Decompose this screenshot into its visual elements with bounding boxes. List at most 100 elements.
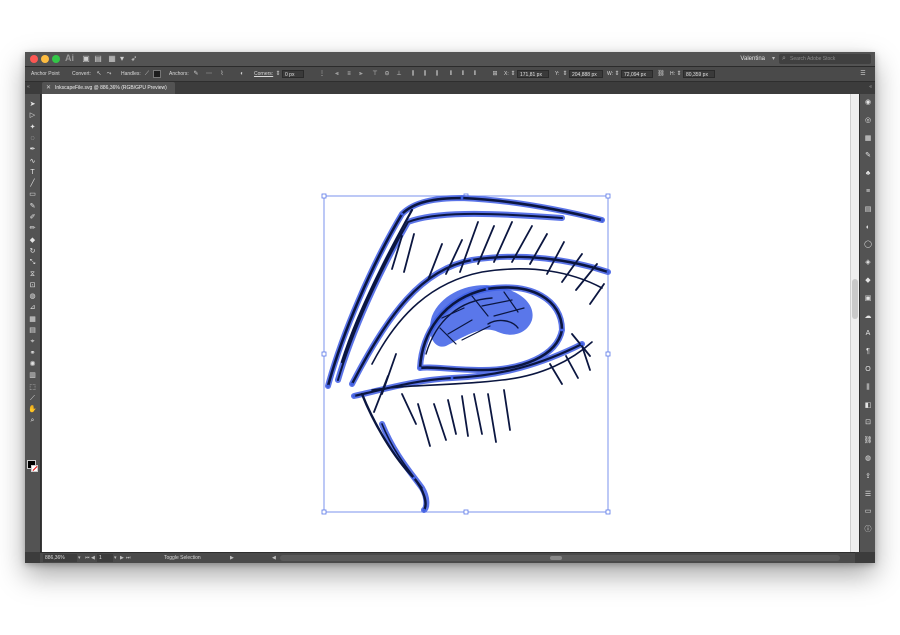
zoom-tool-icon[interactable]: ⌕ — [28, 416, 37, 425]
document-tab[interactable]: ✕ InkscapeFile.svg @ 886,36% (RGB/GPU Pr… — [42, 82, 175, 94]
previous-artboard-icon[interactable]: ◀ — [91, 553, 95, 563]
isolate-icon[interactable]: ◐ — [238, 70, 246, 78]
type-tool-icon[interactable]: T — [28, 168, 37, 177]
align-bottom-icon[interactable]: ⊥ — [395, 70, 403, 78]
collapse-tools-icon[interactable]: « — [27, 84, 30, 90]
paragraph-icon[interactable]: ¶ — [863, 347, 873, 356]
slice-tool-icon[interactable]: ⟋ — [28, 394, 37, 403]
hide-handles-icon[interactable] — [153, 70, 161, 78]
bridge-icon[interactable]: ▣ — [81, 54, 91, 64]
zoom-level-field[interactable]: 886,36% — [43, 554, 77, 562]
symbol-sprayer-tool-icon[interactable]: ✺ — [28, 360, 37, 369]
shape-builder-tool-icon[interactable]: ◍ — [28, 292, 37, 301]
stepper-icon[interactable]: ⇕ — [675, 70, 683, 78]
minimize-window-button[interactable] — [41, 55, 49, 63]
width-tool-icon[interactable]: ⧖ — [28, 270, 37, 279]
properties-icon[interactable]: ☰ — [863, 490, 873, 499]
distribute-top-icon[interactable]: ⫼ — [409, 70, 417, 78]
selection-tool-icon[interactable]: ➤ — [28, 100, 37, 109]
workspace-switcher[interactable]: Valentina — [740, 54, 765, 64]
stroke-icon[interactable]: ≡ — [863, 187, 873, 196]
close-icon[interactable]: ✕ — [46, 82, 51, 94]
w-field[interactable]: 72,094 px — [621, 70, 653, 78]
distribute-hcenter-icon[interactable]: ⦀ — [459, 70, 467, 78]
stepper-icon[interactable]: ⇕ — [274, 70, 282, 78]
reference-point-icon[interactable]: ⊞ — [491, 70, 499, 78]
align-center-icon[interactable]: ≡ — [345, 70, 353, 78]
asset-export-icon[interactable]: ⇪ — [863, 472, 873, 481]
rotate-tool-icon[interactable]: ↻ — [28, 247, 37, 256]
libraries-icon[interactable]: ☁ — [863, 312, 873, 321]
align-right-icon[interactable]: ⫸ — [357, 70, 365, 78]
paintbrush-tool-icon[interactable]: ✎ — [28, 202, 37, 211]
x-field[interactable]: 171,81 px — [517, 70, 549, 78]
horizontal-scrollbar[interactable] — [280, 555, 840, 561]
artboard-canvas[interactable] — [42, 94, 850, 552]
align-icon[interactable]: ⫼ — [863, 383, 873, 392]
last-artboard-icon[interactable]: ⏭ — [126, 553, 131, 563]
vertical-scroll-thumb[interactable] — [852, 279, 858, 319]
align-middle-icon[interactable]: ⊝ — [383, 70, 391, 78]
cut-path-icon[interactable]: ⌇ — [218, 70, 226, 78]
color-guide-icon[interactable]: ◎ — [863, 116, 873, 125]
magic-wand-tool-icon[interactable]: ✦ — [28, 123, 37, 132]
chevron-down-icon[interactable]: ▾ — [772, 54, 775, 64]
line-segment-tool-icon[interactable]: ╱ — [28, 179, 37, 188]
align-left-icon[interactable]: ⫷ — [333, 70, 341, 78]
pen-tool-icon[interactable]: ✒ — [28, 145, 37, 154]
distribute-bottom-icon[interactable]: ⫼ — [433, 70, 441, 78]
gradient-icon[interactable]: ▤ — [863, 205, 873, 214]
mesh-tool-icon[interactable]: ▦ — [28, 315, 37, 324]
convert-smooth-icon[interactable]: ⤳ — [105, 70, 113, 78]
hand-tool-icon[interactable]: ✋ — [28, 405, 37, 414]
navigator-icon[interactable]: ▭ — [863, 507, 873, 516]
symbols-icon[interactable]: ♣ — [863, 169, 873, 178]
constrain-proportions-icon[interactable]: ⛓ — [657, 70, 665, 78]
distribute-right-icon[interactable]: ⦀ — [471, 70, 479, 78]
column-graph-tool-icon[interactable]: ▥ — [28, 371, 37, 380]
chevron-down-icon[interactable]: ▾ — [78, 553, 81, 563]
status-menu-icon[interactable]: ▶ — [230, 553, 234, 563]
scale-tool-icon[interactable]: ⤡ — [28, 258, 37, 267]
stepper-icon[interactable]: ⇕ — [613, 70, 621, 78]
arrange-documents-icon[interactable]: ▦ — [107, 54, 117, 64]
artboard-number-field[interactable]: 1 — [97, 554, 113, 562]
swatches-icon[interactable]: ▦ — [863, 134, 873, 143]
h-field[interactable]: 80,359 px — [683, 70, 715, 78]
character-icon[interactable]: A — [863, 329, 873, 338]
stroke-swatch[interactable] — [31, 465, 38, 472]
convert-corner-icon[interactable]: ↖ — [95, 70, 103, 78]
pathfinder-icon[interactable]: ◧ — [863, 401, 873, 410]
corners-label[interactable]: Corners: — [254, 67, 273, 81]
free-transform-tool-icon[interactable]: ⊡ — [28, 281, 37, 290]
chevron-down-icon[interactable]: ▾ — [117, 54, 127, 64]
info-icon[interactable]: ⓘ — [863, 525, 873, 534]
artboard-tool-icon[interactable]: ⬚ — [28, 383, 37, 392]
search-input[interactable] — [790, 54, 868, 64]
gradient-tool-icon[interactable]: ▤ — [28, 326, 37, 335]
y-field[interactable]: 204,888 px — [569, 70, 603, 78]
artboards-icon[interactable]: ▣ — [863, 294, 873, 303]
color-panel-icon[interactable]: ◉ — [863, 98, 873, 107]
transparency-icon[interactable]: ◐ — [863, 223, 873, 232]
close-window-button[interactable] — [30, 55, 38, 63]
scroll-left-icon[interactable]: ◀ — [272, 553, 276, 563]
horizontal-scroll-thumb[interactable] — [550, 556, 562, 560]
layers-icon[interactable]: ◆ — [863, 276, 873, 285]
stepper-icon[interactable]: ⇕ — [561, 70, 569, 78]
graphic-styles-icon[interactable]: ◈ — [863, 258, 873, 267]
brushes-icon[interactable]: ✎ — [863, 151, 873, 160]
stock-icon[interactable]: ▤ — [93, 54, 103, 64]
corners-field[interactable]: 0 px — [282, 70, 304, 78]
image-trace-icon[interactable]: ◍ — [863, 454, 873, 463]
eye-drawing[interactable] — [42, 94, 850, 552]
opentype-icon[interactable]: O — [863, 365, 873, 374]
transform-icon[interactable]: ⊡ — [863, 418, 873, 427]
gpu-performance-icon[interactable]: ➶ — [129, 54, 139, 64]
next-artboard-icon[interactable]: ▶ — [120, 553, 124, 563]
blend-tool-icon[interactable]: ⚭ — [28, 349, 37, 358]
lasso-tool-icon[interactable]: ◌ — [28, 134, 37, 143]
collapse-dock-icon[interactable]: « — [869, 84, 872, 90]
eyedropper-tool-icon[interactable]: ⌖ — [28, 337, 37, 346]
distribute-center-icon[interactable]: ⫼ — [421, 70, 429, 78]
